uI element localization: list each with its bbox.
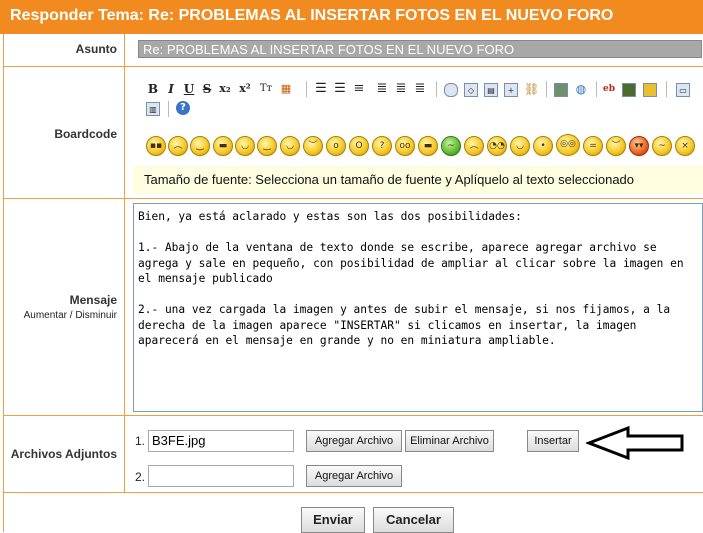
increase-link[interactable]: Aumentar [24, 310, 67, 321]
align-right-icon[interactable]: ≣ [413, 82, 427, 96]
boardcode-label: Boardcode [54, 127, 117, 141]
insert-link-icon[interactable]: ⛓ [524, 82, 539, 96]
title-bar: Responder Tema: Re: PROBLEMAS AL INSERTA… [0, 0, 703, 34]
list-icon[interactable]: ≡ [352, 82, 366, 96]
remove-file-button[interactable]: Eliminar Archivo [405, 430, 494, 452]
html-icon[interactable]: ▤ [484, 83, 498, 97]
subscript-icon[interactable]: x₂ [218, 82, 232, 96]
attachment-number: 1. [135, 434, 146, 448]
photo-icon[interactable] [554, 83, 568, 97]
help-icon[interactable]: ? [176, 101, 190, 115]
hr-icon[interactable]: ▭ [676, 83, 690, 97]
attachment-file-field[interactable]: B3FE.jpg [148, 430, 294, 452]
attachment-number: 2. [135, 470, 146, 484]
column-divider [124, 34, 125, 492]
insert-image-icon[interactable]: + [504, 83, 518, 97]
table-icon[interactable]: ▦ [279, 82, 293, 96]
textarea-resize-links: Aumentar / Disminuir [4, 310, 117, 321]
numbered-list-icon[interactable]: ☰ [333, 82, 347, 96]
toolbar-separator [546, 81, 547, 97]
smiley-wink-icon[interactable]: ‿ [257, 136, 277, 156]
smiley-think-icon[interactable]: ~ [652, 136, 672, 156]
video-icon[interactable] [622, 83, 636, 97]
toolbar-separator [168, 101, 169, 117]
smiley-angry-icon[interactable]: ︶ [303, 136, 323, 156]
strikethrough-icon[interactable]: S [200, 82, 214, 96]
page-title: Responder Tema: Re: PROBLEMAS AL INSERTA… [10, 7, 614, 24]
smiley-eek-icon[interactable]: oo [395, 136, 415, 156]
smiley-confused-icon[interactable]: ? [372, 136, 392, 156]
message-textarea[interactable]: Bien, ya está aclarado y estas son las d… [133, 203, 703, 412]
format-toolbar: B I U S x₂ x² Tт ▦ ☰ ☰ ≡ ≣ ≣ ≣ ◇ ▤ + ⛓ ◍… [146, 80, 702, 118]
smiley-surprised-icon[interactable]: O [349, 136, 369, 156]
underline-icon[interactable]: U [182, 82, 196, 96]
row-divider [3, 415, 703, 416]
smiley-smile-icon[interactable]: ‿ [190, 136, 210, 156]
quote-icon[interactable] [444, 83, 458, 97]
toolbar-separator [436, 81, 437, 97]
smiley-biggrin-icon[interactable]: ▬ [418, 136, 438, 156]
smiley-dead-icon[interactable]: × [675, 136, 695, 156]
smiley-shock-icon[interactable]: o [326, 136, 346, 156]
attachments-label: Archivos Adjuntos [10, 447, 117, 461]
cancel-button[interactable]: Cancelar [373, 507, 454, 533]
smiley-crazy-icon[interactable]: ◎◎ [556, 134, 580, 156]
smiley-evil-icon[interactable]: ▾▾ [629, 136, 649, 156]
row-divider [3, 492, 703, 493]
message-label: Mensaje [69, 293, 117, 307]
code-icon[interactable]: ◇ [464, 83, 478, 97]
submit-button[interactable]: Enviar [301, 507, 365, 533]
smiley-kiss-icon[interactable]: • [533, 136, 553, 156]
smiley-blush-icon[interactable]: ◡ [510, 136, 530, 156]
smiley-sick-icon[interactable]: ~ [441, 136, 461, 156]
superscript-icon[interactable]: x² [238, 82, 252, 96]
media-icon[interactable] [643, 83, 657, 97]
insert-button[interactable]: Insertar [527, 430, 579, 452]
toolbar-separator [596, 81, 597, 97]
smiley-mad-icon[interactable]: ︶ [606, 136, 626, 156]
font-size-hint: Tamaño de fuente: Selecciona un tamaño d… [133, 166, 703, 194]
ebay-icon[interactable]: eb [602, 82, 616, 96]
smiley-tongue-icon[interactable]: = [583, 136, 603, 156]
smiley-sad-icon[interactable]: ︵ [168, 136, 188, 156]
smiley-laugh-icon[interactable]: ◡ [235, 136, 255, 156]
smiley-rolleyes-icon[interactable]: ◔◔ [487, 136, 507, 156]
attachment-file-field[interactable] [148, 465, 294, 487]
subject-label: Asunto [75, 42, 117, 56]
bold-icon[interactable]: B [146, 82, 160, 96]
row-divider [3, 66, 703, 67]
smiley-grin-icon[interactable]: ▬ [213, 136, 233, 156]
smiley-happy-icon[interactable]: ◡ [280, 136, 300, 156]
teletype-icon[interactable]: Tт [259, 82, 273, 96]
add-file-button[interactable]: Agregar Archivo [306, 430, 402, 452]
align-center-icon[interactable]: ≣ [394, 82, 408, 96]
smiley-bar: ▪▪ ︵ ‿ ▬ ◡ ‿ ◡ ︶ o O ? oo ▬ ~ ︵ ◔◔ ◡ • ◎… [140, 134, 702, 162]
resize-separator: / [69, 310, 73, 321]
align-left-icon[interactable]: ≣ [375, 82, 389, 96]
smiley-cool-icon[interactable]: ▪▪ [146, 136, 166, 156]
globe-icon[interactable]: ◍ [574, 82, 588, 96]
table-grid-icon[interactable]: ▥ [146, 102, 160, 116]
row-divider [3, 198, 703, 199]
smiley-embarrassed-icon[interactable]: ︵ [464, 136, 484, 156]
toolbar-separator [666, 81, 667, 97]
arrow-annotation-icon [586, 425, 684, 461]
bullet-list-icon[interactable]: ☰ [314, 82, 328, 96]
italic-icon[interactable]: I [164, 82, 178, 96]
decrease-link[interactable]: Disminuir [75, 310, 117, 321]
toolbar-separator [306, 81, 307, 97]
add-file-button[interactable]: Agregar Archivo [306, 465, 402, 487]
subject-input[interactable]: Re: PROBLEMAS AL INSERTAR FOTOS EN EL NU… [138, 40, 702, 58]
